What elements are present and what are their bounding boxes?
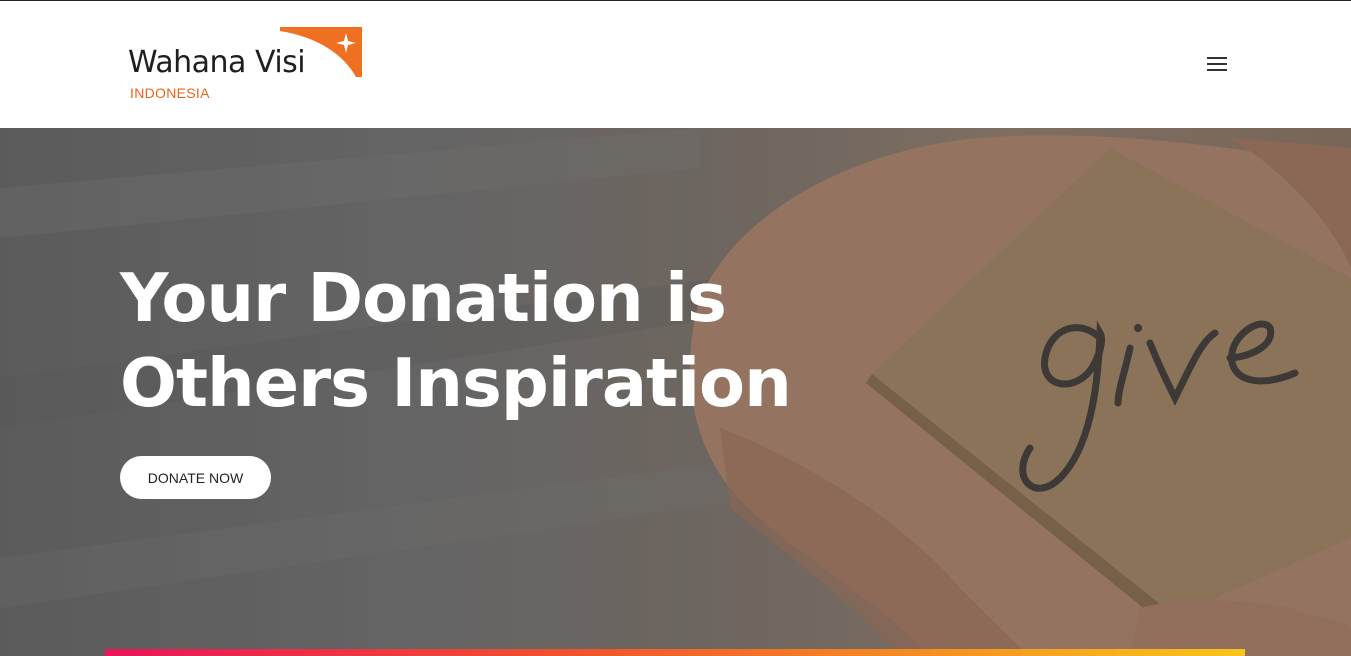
accent-gradient-bar — [105, 649, 1245, 656]
hero-banner: Your Donation is Others Inspiration DONA… — [0, 128, 1351, 656]
logo-subtitle: INDONESIA — [130, 85, 210, 101]
site-header: Wahana Visi INDONESIA — [0, 1, 1351, 128]
page: Wahana Visi INDONESIA Your Donation is O… — [0, 0, 1351, 656]
logo-name: Wahana Visi — [128, 45, 306, 80]
logo-link[interactable]: Wahana Visi INDONESIA — [128, 25, 368, 105]
hamburger-menu-icon[interactable] — [1204, 53, 1230, 75]
hero-title-line-1: Your Donation is — [120, 259, 727, 337]
hero-title-line-2: Others Inspiration — [120, 344, 792, 422]
donate-now-button[interactable]: DONATE NOW — [120, 456, 271, 499]
hero-title: Your Donation is Others Inspiration — [120, 256, 880, 426]
